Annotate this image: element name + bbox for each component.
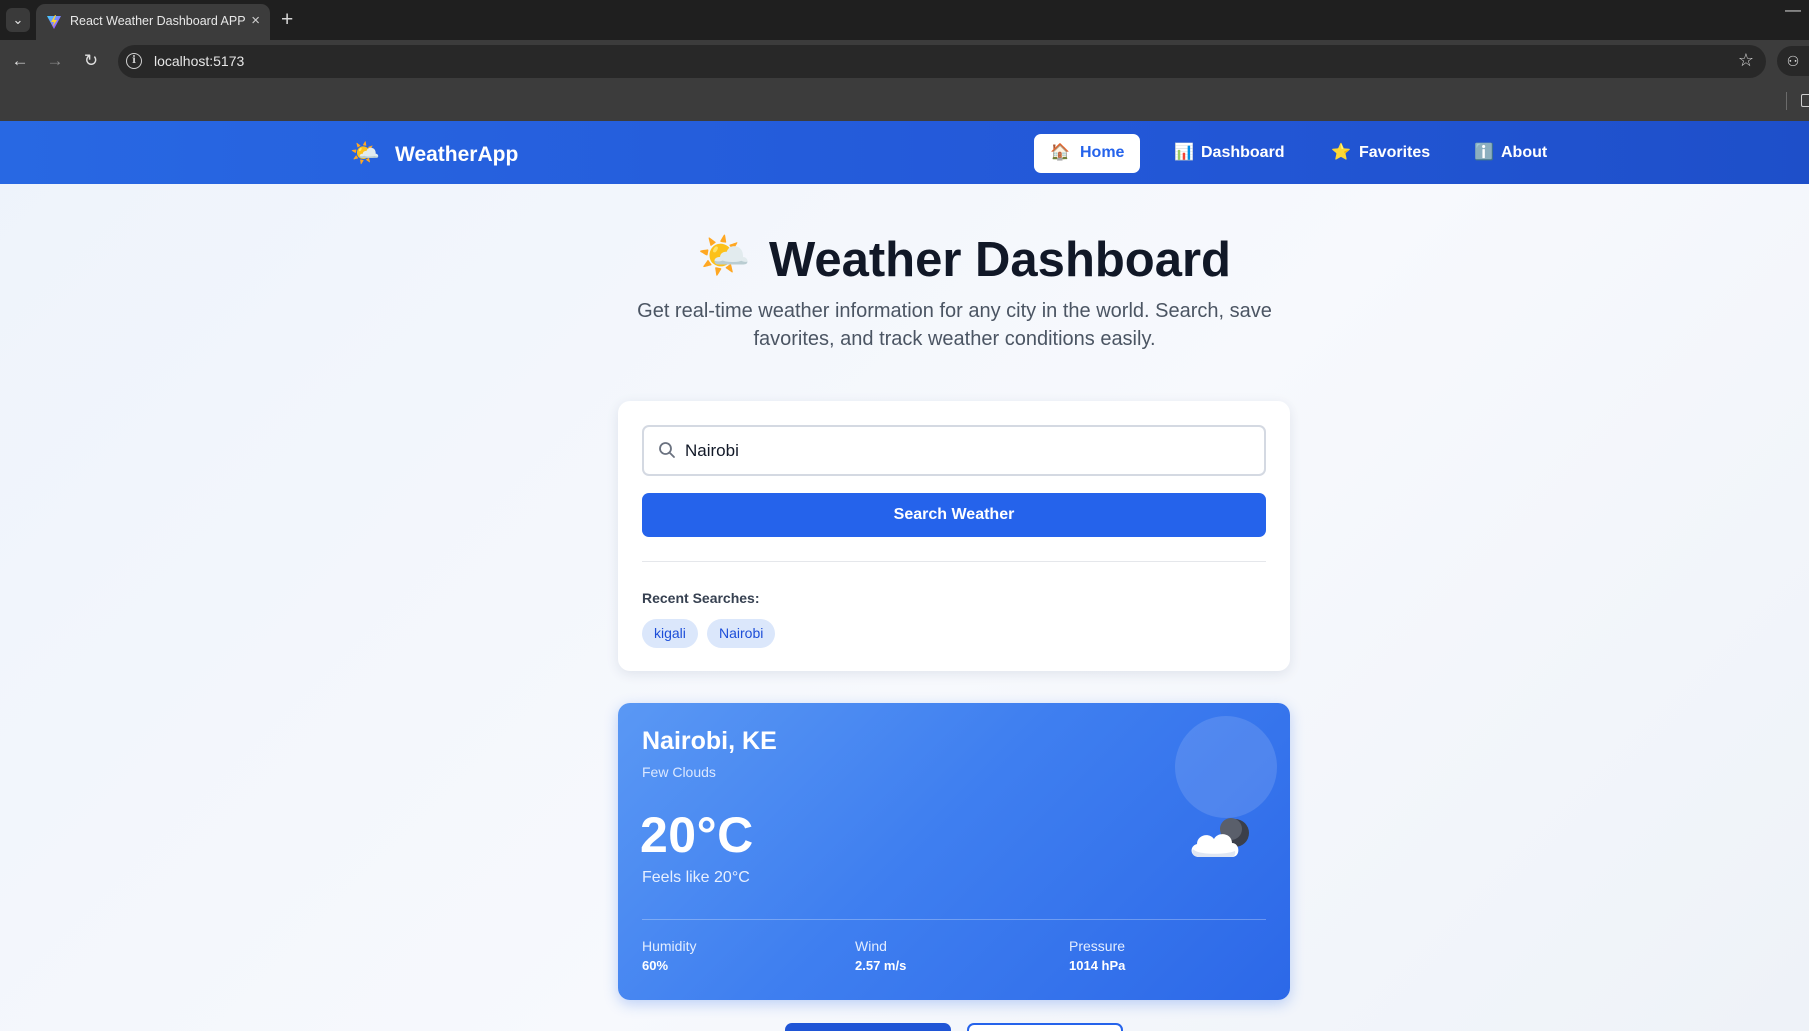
stat-label: Humidity bbox=[642, 938, 697, 954]
weather-card: Nairobi, KE Few Clouds 20°C Feels like 2… bbox=[618, 703, 1290, 1000]
divider bbox=[642, 919, 1266, 920]
nav-favorites[interactable]: ⭐ Favorites bbox=[1316, 134, 1440, 173]
search-icon bbox=[659, 442, 675, 458]
stat-value: 2.57 m/s bbox=[855, 958, 907, 973]
stat-label: Wind bbox=[855, 938, 887, 954]
page-title-text: Weather Dashboard bbox=[769, 233, 1231, 287]
bookmarks-bar bbox=[0, 82, 1809, 121]
app-navbar: 🌤️ WeatherApp 🏠 Home 📊 Dashboard ⭐ Favor… bbox=[0, 121, 1809, 184]
nav-favorites-label: Favorites bbox=[1359, 144, 1431, 161]
nav-about-label: About bbox=[1501, 144, 1548, 161]
bar-chart-icon: 📊 bbox=[1174, 144, 1194, 161]
decorative-circle bbox=[1175, 716, 1277, 818]
address-bar[interactable]: i localhost:5173 ☆ bbox=[118, 45, 1766, 78]
sun-cloud-icon: 🌤️ bbox=[350, 140, 380, 167]
nav-dashboard[interactable]: 📊 Dashboard bbox=[1158, 134, 1290, 173]
new-tab-button[interactable]: + bbox=[281, 6, 293, 34]
bookmark-star-icon[interactable]: ☆ bbox=[1738, 50, 1754, 71]
page-viewport: 🌤️ WeatherApp 🏠 Home 📊 Dashboard ⭐ Favor… bbox=[0, 121, 1809, 1031]
info-icon: ℹ️ bbox=[1474, 144, 1494, 161]
weather-description: Few Clouds bbox=[642, 764, 716, 780]
cloud-night-icon bbox=[1191, 818, 1249, 857]
tab-search-menu-button[interactable]: ⌄ bbox=[6, 8, 30, 32]
back-arrow-icon[interactable]: ← bbox=[8, 49, 32, 73]
sun-cloud-icon: 🌤️ bbox=[697, 232, 751, 280]
secondary-action-button[interactable] bbox=[967, 1023, 1123, 1031]
site-info-icon[interactable]: i bbox=[126, 53, 142, 69]
stat-value: 60% bbox=[642, 958, 669, 973]
search-card: Search Weather Recent Searches: kigali N… bbox=[618, 401, 1290, 671]
search-input[interactable] bbox=[685, 438, 1245, 464]
vite-logo-icon bbox=[47, 15, 61, 29]
browser-tab[interactable]: React Weather Dashboard APP × bbox=[36, 4, 270, 40]
incognito-icon[interactable]: ⚇ bbox=[1777, 46, 1809, 76]
brand-name: WeatherApp bbox=[395, 143, 519, 166]
recent-searches-label: Recent Searches: bbox=[642, 590, 760, 606]
nav-home[interactable]: 🏠 Home bbox=[1034, 134, 1140, 173]
divider bbox=[642, 561, 1266, 562]
browser-tabstrip: ⌄ React Weather Dashboard APP × + — bbox=[0, 0, 1809, 40]
address-bar-url[interactable]: localhost:5173 bbox=[154, 53, 244, 69]
forward-arrow-icon[interactable]: → bbox=[43, 49, 67, 73]
weather-temperature: 20°C bbox=[640, 807, 754, 863]
stat-value: 1014 hPa bbox=[1069, 958, 1126, 973]
primary-action-button[interactable] bbox=[785, 1023, 951, 1031]
browser-toolbar: ← → ↻ i localhost:5173 ☆ ⚇ bbox=[0, 40, 1809, 82]
stat-label: Pressure bbox=[1069, 938, 1126, 954]
window-minimize-icon[interactable]: — bbox=[1785, 2, 1801, 20]
stat-pressure: Pressure 1014 hPa bbox=[1069, 938, 1125, 973]
bookmarks-divider bbox=[1786, 92, 1787, 110]
star-icon: ⭐ bbox=[1331, 144, 1351, 161]
nav-home-label: Home bbox=[1080, 144, 1125, 161]
weather-feels-like: Feels like 20°C bbox=[642, 869, 750, 886]
recent-search-chip[interactable]: Nairobi bbox=[707, 619, 776, 648]
page-subtitle: Get real-time weather information for an… bbox=[637, 300, 1272, 350]
reload-icon[interactable]: ↻ bbox=[79, 49, 103, 73]
recent-search-chip[interactable]: kigali bbox=[642, 619, 698, 648]
tab-close-icon[interactable]: × bbox=[251, 12, 260, 30]
search-field[interactable] bbox=[642, 425, 1266, 476]
weather-city: Nairobi, KE bbox=[642, 727, 777, 755]
house-icon: 🏠 bbox=[1050, 144, 1070, 161]
stat-wind: Wind 2.57 m/s bbox=[855, 938, 906, 973]
stat-humidity: Humidity 60% bbox=[642, 938, 696, 973]
tab-title: React Weather Dashboard APP bbox=[70, 14, 246, 28]
bookmark-folder-icon[interactable] bbox=[1801, 94, 1809, 107]
nav-dashboard-label: Dashboard bbox=[1201, 144, 1285, 161]
search-weather-button[interactable]: Search Weather bbox=[642, 493, 1266, 537]
nav-about[interactable]: ℹ️ About bbox=[1459, 134, 1565, 173]
